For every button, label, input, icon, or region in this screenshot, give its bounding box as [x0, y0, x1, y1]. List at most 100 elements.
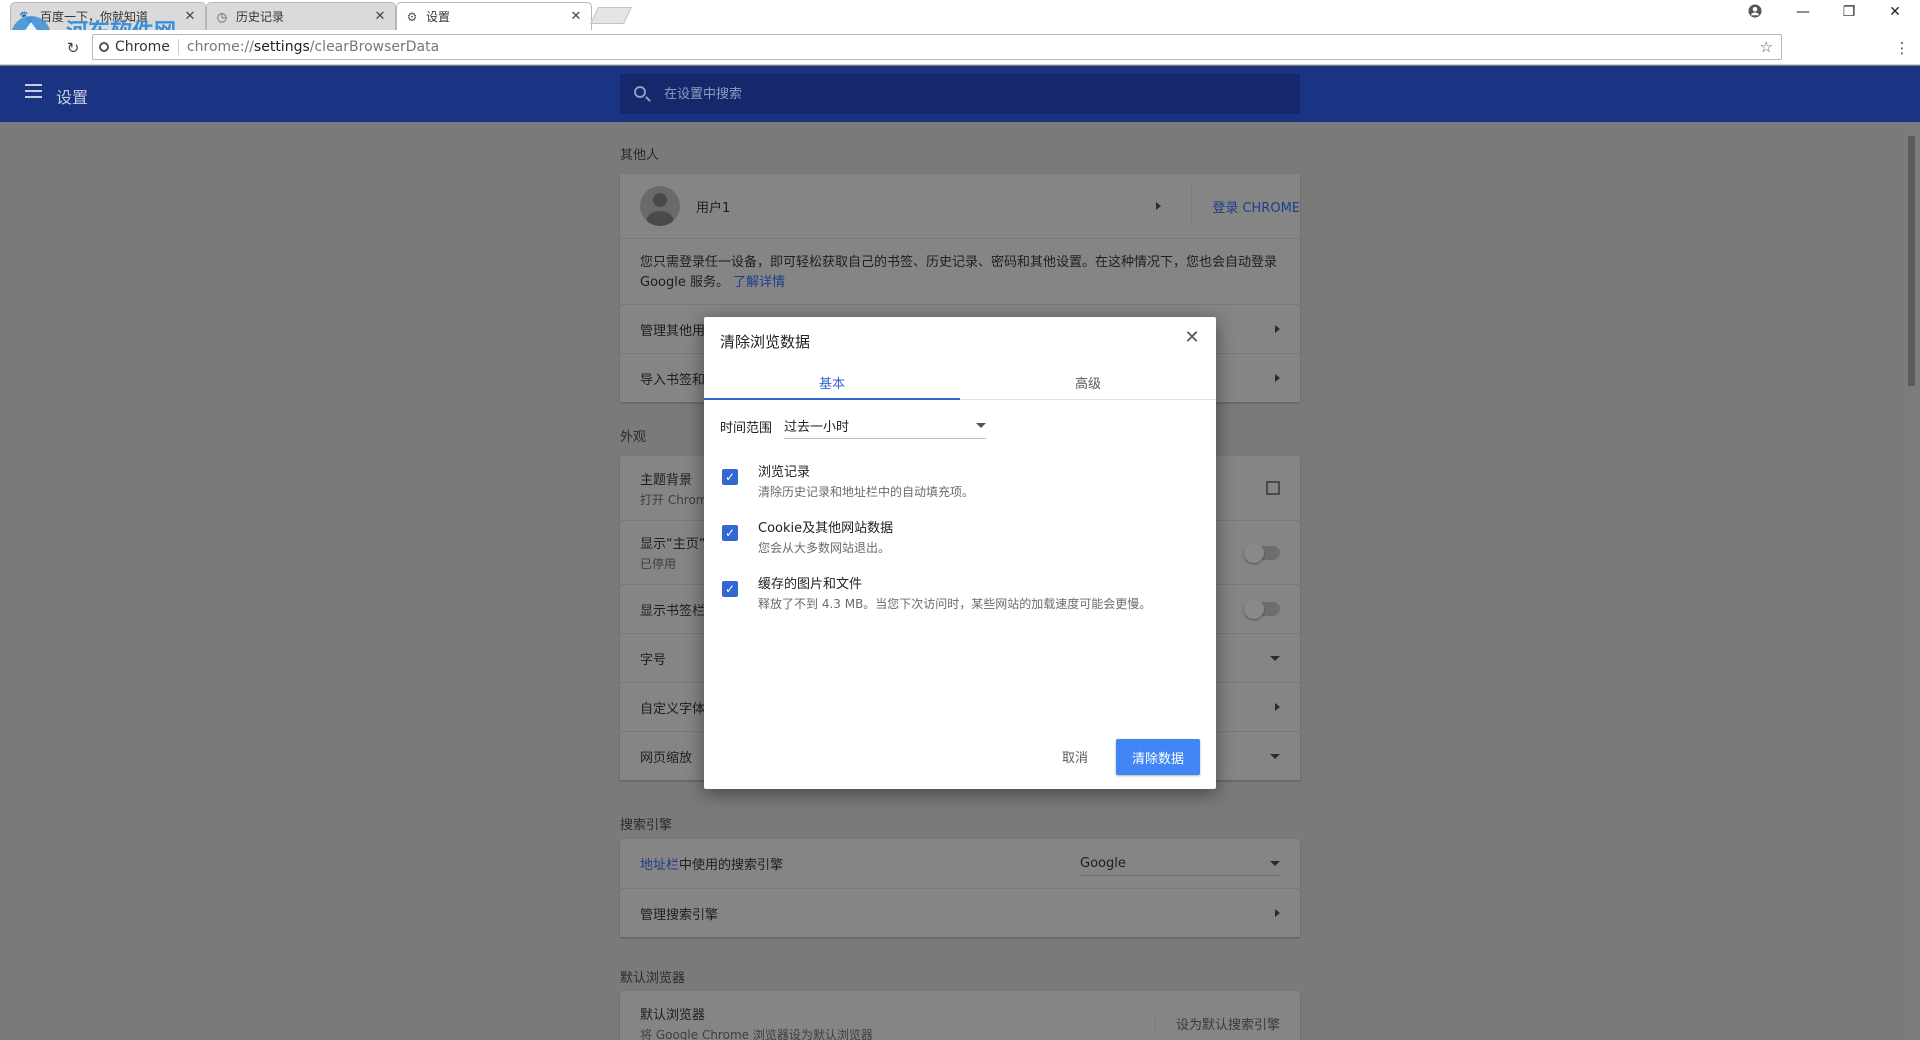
- address-bar-link[interactable]: 地址栏: [640, 858, 679, 873]
- search-engine-card: 地址栏中使用的搜索引擎 Google 管理搜索引擎: [620, 839, 1300, 937]
- bookmarks-bar-toggle[interactable]: [1244, 599, 1280, 619]
- minimize-icon[interactable]: —: [1788, 4, 1818, 20]
- option-desc: 您会从大多数网站退出。: [758, 541, 891, 555]
- cancel-button[interactable]: 取消: [1050, 741, 1100, 772]
- close-icon[interactable]: ✕: [1182, 327, 1202, 348]
- tab-settings[interactable]: ⚙ 设置 ✕: [396, 2, 592, 30]
- search-engine-value: Google: [1080, 855, 1126, 871]
- bookmark-star-icon[interactable]: ☆: [1760, 38, 1773, 56]
- sync-text: 您只需登录任一设备，即可轻松获取自己的书签、历史记录、密码和其他设置。在这种情况…: [640, 253, 1280, 293]
- gear-icon: ⚙: [406, 9, 418, 24]
- clear-data-button[interactable]: 清除数据: [1116, 739, 1200, 775]
- section-title-appearance: 外观: [620, 430, 647, 445]
- close-icon[interactable]: ✕: [183, 9, 197, 24]
- page-title: 设置: [56, 88, 89, 107]
- chevron-right-icon: [1275, 374, 1280, 382]
- chevron-down-icon[interactable]: [1270, 753, 1280, 759]
- external-link-icon[interactable]: [1266, 481, 1280, 495]
- close-icon[interactable]: ✕: [373, 9, 387, 24]
- option-text: Cookie及其他网站数据 您会从大多数网站退出。: [758, 517, 893, 556]
- tab-baidu[interactable]: 🐾 百度一下，你就知道 ✕: [10, 2, 206, 30]
- close-icon[interactable]: ✕: [569, 9, 583, 24]
- option-cache[interactable]: ✓ 缓存的图片和文件 释放了不到 4.3 MB。当您下次访问时，某些网站的加载速…: [722, 573, 1202, 612]
- row-label: 地址栏中使用的搜索引擎: [640, 854, 1080, 873]
- tab-advanced[interactable]: 高级: [960, 363, 1216, 399]
- search-input[interactable]: [664, 84, 1264, 104]
- default-browser-card: 默认浏览器将 Google Chrome 浏览器设为默认浏览器 设为默认搜索引擎: [620, 991, 1300, 1040]
- option-text: 缓存的图片和文件 释放了不到 4.3 MB。当您下次访问时，某些网站的加载速度可…: [758, 573, 1151, 612]
- tab-title: 设置: [426, 10, 451, 24]
- chevron-right-icon: [1156, 202, 1162, 210]
- dialog-tabs: 基本 高级: [704, 363, 1216, 400]
- default-browser-label: 默认浏览器: [640, 1007, 706, 1023]
- search-engine-label: 中使用的搜索引擎: [679, 858, 784, 873]
- reload-icon[interactable]: ↻: [62, 37, 84, 59]
- secure-label: Chrome: [115, 39, 170, 55]
- checkbox-checked-icon[interactable]: ✓: [722, 525, 738, 541]
- tab-title: 百度一下，你就知道: [40, 10, 149, 24]
- hamburger-menu-icon[interactable]: [25, 84, 42, 98]
- new-tab-button[interactable]: [590, 7, 632, 24]
- option-desc: 释放了不到 4.3 MB。当您下次访问时，某些网站的加载速度可能会更慢。: [758, 597, 1152, 611]
- profile-row[interactable]: 用户1 登录 CHROME: [620, 174, 1300, 238]
- profile-icon[interactable]: [1740, 4, 1770, 22]
- sync-info-row: 您只需登录任一设备，即可轻松获取自己的书签、历史记录、密码和其他设置。在这种情况…: [620, 238, 1300, 304]
- option-title: Cookie及其他网站数据: [758, 521, 894, 536]
- search-engine-row: 地址栏中使用的搜索引擎 Google: [620, 839, 1300, 888]
- option-text: 浏览记录 清除历史记录和地址栏中的自动填充项。: [758, 461, 974, 500]
- search-engine-select[interactable]: Google: [1080, 852, 1280, 876]
- default-browser-row: 默认浏览器将 Google Chrome 浏览器设为默认浏览器 设为默认搜索引擎: [620, 991, 1300, 1040]
- option-desc: 清除历史记录和地址栏中的自动填充项。: [758, 485, 975, 499]
- home-button-label: 显示“主页”: [640, 537, 706, 552]
- user-name: 用户1: [696, 200, 731, 216]
- chevron-right-icon: [1275, 909, 1280, 917]
- checkbox-checked-icon[interactable]: ✓: [722, 581, 738, 597]
- url-text: chrome://settings/clearBrowserData: [179, 39, 439, 55]
- scroll-thumb[interactable]: [1908, 136, 1915, 386]
- dialog-title: 清除浏览数据: [720, 333, 811, 351]
- set-default-button[interactable]: 设为默认搜索引擎: [1154, 1013, 1280, 1033]
- clear-browsing-data-dialog: 清除浏览数据 ✕ 基本 高级 时间范围 过去一小时 ✓ 浏览记录 清除历史记录和…: [704, 317, 1216, 789]
- tab-title: 历史记录: [236, 10, 285, 24]
- time-range-select[interactable]: 过去一小时: [784, 413, 986, 439]
- tab-basic[interactable]: 基本: [704, 363, 960, 400]
- url-scheme: chrome://: [186, 39, 254, 55]
- search-icon: [634, 86, 646, 98]
- option-cookies[interactable]: ✓ Cookie及其他网站数据 您会从大多数网站退出。: [722, 517, 1202, 556]
- url-host: settings: [253, 39, 310, 55]
- settings-search[interactable]: [620, 74, 1300, 114]
- option-browsing-history[interactable]: ✓ 浏览记录 清除历史记录和地址栏中的自动填充项。: [722, 461, 1202, 500]
- option-title: 浏览记录: [758, 465, 811, 480]
- page-scrollbar[interactable]: [1903, 122, 1920, 1040]
- manage-search-row[interactable]: 管理搜索引擎: [620, 888, 1300, 937]
- tab-strip: 🐾 百度一下，你就知道 ✕ ◷ 历史记录 ✕ ⚙ 设置 ✕ — ❐ ✕: [0, 0, 1920, 30]
- time-range-value: 过去一小时: [784, 420, 850, 435]
- signin-button[interactable]: 登录 CHROME: [1191, 186, 1300, 226]
- section-title-search: 搜索引擎: [620, 818, 673, 833]
- row-label: 默认浏览器将 Google Chrome 浏览器设为默认浏览器: [640, 1004, 1155, 1040]
- time-range-label: 时间范围: [720, 421, 773, 436]
- chevron-down-icon: [1270, 860, 1280, 866]
- more-menu-icon[interactable]: ⋮: [1891, 37, 1913, 59]
- option-title: 缓存的图片和文件: [758, 577, 863, 592]
- secure-chip[interactable]: Chrome: [93, 39, 179, 55]
- close-window-icon[interactable]: ✕: [1880, 4, 1910, 20]
- row-label: 管理搜索引擎: [640, 907, 719, 923]
- chevron-down-icon: [976, 423, 986, 428]
- restore-icon[interactable]: ❐: [1834, 4, 1864, 20]
- home-button-toggle[interactable]: [1244, 542, 1280, 563]
- default-browser-sub: 将 Google Chrome 浏览器设为默认浏览器: [640, 1027, 873, 1040]
- address-bar[interactable]: Chrome chrome://settings/clearBrowserDat…: [92, 34, 1782, 60]
- browser-toolbar: ↻ Chrome chrome://settings/clearBrowserD…: [0, 30, 1920, 65]
- avatar: [640, 186, 680, 226]
- tab-history[interactable]: ◷ 历史记录 ✕: [206, 2, 396, 30]
- section-title-people: 其他人: [620, 148, 660, 163]
- history-icon: ◷: [216, 9, 228, 24]
- chevron-down-icon[interactable]: [1270, 655, 1280, 661]
- chrome-page-icon: [99, 42, 109, 52]
- section-title-default-browser: 默认浏览器: [620, 971, 686, 986]
- chevron-right-icon: [1275, 703, 1280, 711]
- checkbox-checked-icon[interactable]: ✓: [722, 469, 738, 485]
- learn-more-link[interactable]: 了解详情: [733, 275, 785, 290]
- settings-header: 设置: [0, 66, 1920, 122]
